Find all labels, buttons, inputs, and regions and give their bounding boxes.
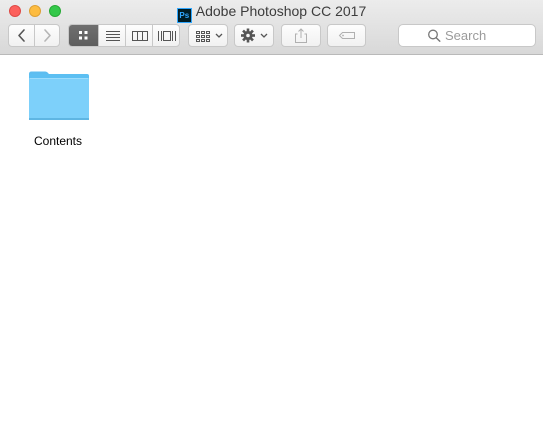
back-button[interactable]: [9, 25, 35, 46]
titlebar: Ps Adobe Photoshop CC 2017 Search: [0, 0, 543, 55]
icon-view-icon: [79, 31, 88, 40]
search-field[interactable]: Search: [398, 24, 536, 47]
folder-label: Contents: [33, 134, 83, 148]
back-icon: [18, 29, 25, 42]
nav-buttons: [8, 24, 60, 47]
tags-button[interactable]: [327, 24, 366, 47]
column-view-icon: [132, 31, 148, 41]
chevron-down-icon: [260, 33, 268, 38]
search-icon: [428, 29, 441, 42]
window-title-text: Adobe Photoshop CC 2017: [195, 3, 367, 19]
list-view-button[interactable]: [98, 25, 126, 46]
cover-flow-icon: [158, 31, 176, 41]
cover-flow-button[interactable]: [152, 25, 180, 46]
chevron-down-icon: [215, 33, 223, 38]
tag-icon: [338, 32, 355, 39]
share-icon: [295, 28, 307, 43]
gear-icon: [241, 28, 268, 43]
folder-item-contents[interactable]: Contents: [18, 66, 98, 156]
forward-icon: [44, 29, 51, 42]
action-button[interactable]: [234, 24, 274, 47]
arrange-icon: [196, 31, 223, 42]
search-placeholder: Search: [445, 28, 487, 43]
share-button[interactable]: [281, 24, 321, 47]
column-view-button[interactable]: [125, 25, 153, 46]
arrange-button[interactable]: [188, 24, 228, 47]
forward-button[interactable]: [34, 25, 60, 46]
list-view-icon: [106, 31, 120, 41]
finder-window: Ps Adobe Photoshop CC 2017 Search Conten…: [0, 0, 543, 425]
folder-icon: [29, 71, 89, 120]
photoshop-app-icon: Ps: [176, 8, 192, 23]
window-title: Ps Adobe Photoshop CC 2017: [0, 2, 543, 23]
icon-view-button[interactable]: [69, 25, 98, 46]
view-mode-control: [68, 24, 180, 47]
